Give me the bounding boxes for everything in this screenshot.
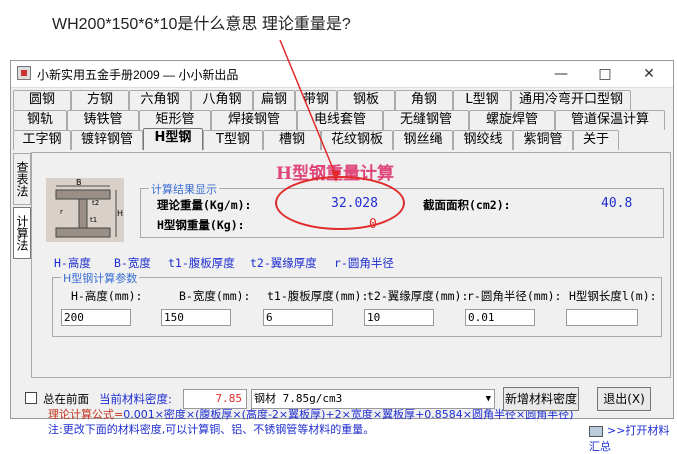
question-text: WH200*150*6*10是什么意思 理论重量是?: [52, 16, 351, 33]
param-l-label: H型钢长度l(m):: [569, 289, 657, 303]
area-label: 截面面积(cm2):: [423, 198, 511, 212]
app-window: 小新实用五金手册2009 — 小小新出品 — □ ✕ 圆钢 方钢 六角钢 八角钢…: [10, 60, 674, 453]
annotation-circle: [275, 176, 405, 230]
add-material-button[interactable]: 新增材料密度: [503, 387, 579, 411]
key-b: B-宽度: [114, 256, 151, 270]
tab-row-3: 工字钢 镀锌钢管 H型钢 T型钢 槽钢 花纹钢板 钢丝绳 钢绞线 紫铜管 关于: [13, 128, 619, 150]
param-r-label: r-圆角半径(mm):: [467, 289, 562, 303]
result-legend: 计算结果显示: [149, 181, 219, 197]
tab-conduit[interactable]: 电线套管: [297, 110, 383, 130]
key-h: H-高度: [54, 256, 91, 270]
param-h-label: H-高度(mm):: [71, 289, 143, 303]
tab-strand[interactable]: 钢绞线: [453, 130, 513, 150]
param-t1-label: t1-腹板厚度(mm):: [267, 289, 369, 303]
area-value: 40.8: [601, 196, 633, 211]
diagram-label-t1: t1: [90, 216, 97, 224]
diagram-label-h: H: [117, 209, 123, 218]
tab-calc-method[interactable]: 计算法: [13, 207, 31, 259]
param-l-input[interactable]: [566, 309, 638, 326]
param-t2-input[interactable]: 10: [364, 309, 434, 326]
tab-hex-steel[interactable]: 六角钢: [129, 90, 191, 110]
tab-pipe-insulation[interactable]: 管道保温计算: [555, 110, 665, 130]
density-note: 注:更改下面的材料密度,可以计算铜、铝、不锈钢管等材料的重量。: [48, 423, 375, 436]
tab-channel-steel[interactable]: 槽钢: [263, 130, 321, 150]
param-b-label: B-宽度(mm):: [179, 289, 251, 303]
minimize-button[interactable]: —: [539, 61, 583, 87]
always-on-top-label: 总在前面: [43, 392, 89, 406]
tab-oct-steel[interactable]: 八角钢: [191, 90, 253, 110]
tab-i-beam[interactable]: 工字钢: [13, 130, 71, 150]
tab-wire-rope[interactable]: 钢丝绳: [393, 130, 453, 150]
tab-checker-plate[interactable]: 花纹钢板: [321, 130, 393, 150]
key-t2: t2-翼缘厚度: [250, 256, 317, 270]
tab-l-steel[interactable]: L型钢: [453, 90, 511, 110]
title-bar: 小新实用五金手册2009 — 小小新出品 — □ ✕: [11, 61, 673, 88]
param-t2-label: t2-翼缘厚度(mm):: [367, 289, 469, 303]
tab-round-steel[interactable]: 圆钢: [13, 90, 71, 110]
tab-square-steel[interactable]: 方钢: [71, 90, 129, 110]
window-title: 小新实用五金手册2009 — 小小新出品: [37, 68, 239, 82]
tab-galvanized-pipe[interactable]: 镀锌钢管: [71, 130, 143, 150]
always-on-top-checkbox[interactable]: [25, 392, 37, 404]
tab-steel-plate[interactable]: 钢板: [337, 90, 395, 110]
diagram-label-t2: t2: [92, 199, 99, 207]
tab-row-1: 圆钢 方钢 六角钢 八角钢 扁钢 带钢 钢板 角钢 L型钢 通用冷弯开口型钢: [13, 90, 631, 110]
tab-strip-steel[interactable]: 带钢: [295, 90, 337, 110]
material-select[interactable]: 钢材 7.85g/cm3 ▼: [251, 389, 495, 409]
tab-about[interactable]: 关于: [573, 130, 619, 150]
tab-h-beam[interactable]: H型钢: [143, 128, 203, 150]
app-icon: [17, 66, 31, 80]
diagram-label-b: B: [76, 178, 82, 187]
bottom-bar: 总在前面 当前材料密度: 7.85 钢材 7.85g/cm3 ▼ 新增材料密度 …: [11, 383, 673, 419]
question-area: WH200*150*6*10是什么意思 理论重量是?: [0, 0, 677, 60]
tab-rect-tube[interactable]: 矩形管: [139, 110, 211, 130]
h-weight-label: H型钢重量(Kg):: [157, 218, 245, 232]
open-materials-link[interactable]: >>打开材料汇总: [589, 422, 670, 454]
tab-seamless-pipe[interactable]: 无缝钢管: [383, 110, 469, 130]
tab-welded-pipe[interactable]: 焊接钢管: [211, 110, 297, 130]
tab-row-2: 钢轨 铸铁管 矩形管 焊接钢管 电线套管 无缝钢管 螺旋焊管 管道保温计算: [13, 110, 665, 130]
param-b-input[interactable]: 150: [161, 309, 231, 326]
tab-lookup-method[interactable]: 查表法: [13, 153, 31, 205]
params-legend: H型钢计算参数: [61, 270, 140, 286]
exit-button[interactable]: 退出(X): [597, 387, 651, 411]
tab-angle-steel[interactable]: 角钢: [395, 90, 453, 110]
params-group: H型钢计算参数 H-高度(mm): B-宽度(mm): t1-腹板厚度(mm):…: [52, 270, 662, 337]
chevron-down-icon: ▼: [485, 394, 491, 404]
key-t1: t1-腹板厚度: [168, 256, 235, 270]
maximize-button[interactable]: □: [583, 61, 627, 87]
param-h-input[interactable]: 200: [61, 309, 131, 326]
tab-spiral-pipe[interactable]: 螺旋焊管: [469, 110, 555, 130]
tab-t-beam[interactable]: T型钢: [203, 130, 263, 150]
density-label: 当前材料密度:: [99, 392, 172, 406]
table-icon: [589, 425, 603, 437]
close-button[interactable]: ✕: [627, 61, 671, 87]
h-beam-diagram: B t2 r t1 H: [46, 178, 124, 242]
material-select-value: 钢材 7.85g/cm3: [254, 392, 343, 405]
theory-weight-label: 理论重量(Kg/m):: [157, 198, 252, 212]
tab-flat-steel[interactable]: 扁钢: [253, 90, 295, 110]
density-input[interactable]: 7.85: [183, 389, 247, 409]
param-r-input[interactable]: 0.01: [465, 309, 535, 326]
tab-cold-bent-steel[interactable]: 通用冷弯开口型钢: [511, 90, 631, 110]
tab-cast-iron-pipe[interactable]: 铸铁管: [67, 110, 139, 130]
tab-rail[interactable]: 钢轨: [13, 110, 67, 130]
key-r: r-圆角半径: [334, 256, 394, 270]
param-t1-input[interactable]: 6: [263, 309, 333, 326]
diagram-label-r: r: [60, 208, 63, 216]
tab-copper-pipe[interactable]: 紫铜管: [513, 130, 573, 150]
